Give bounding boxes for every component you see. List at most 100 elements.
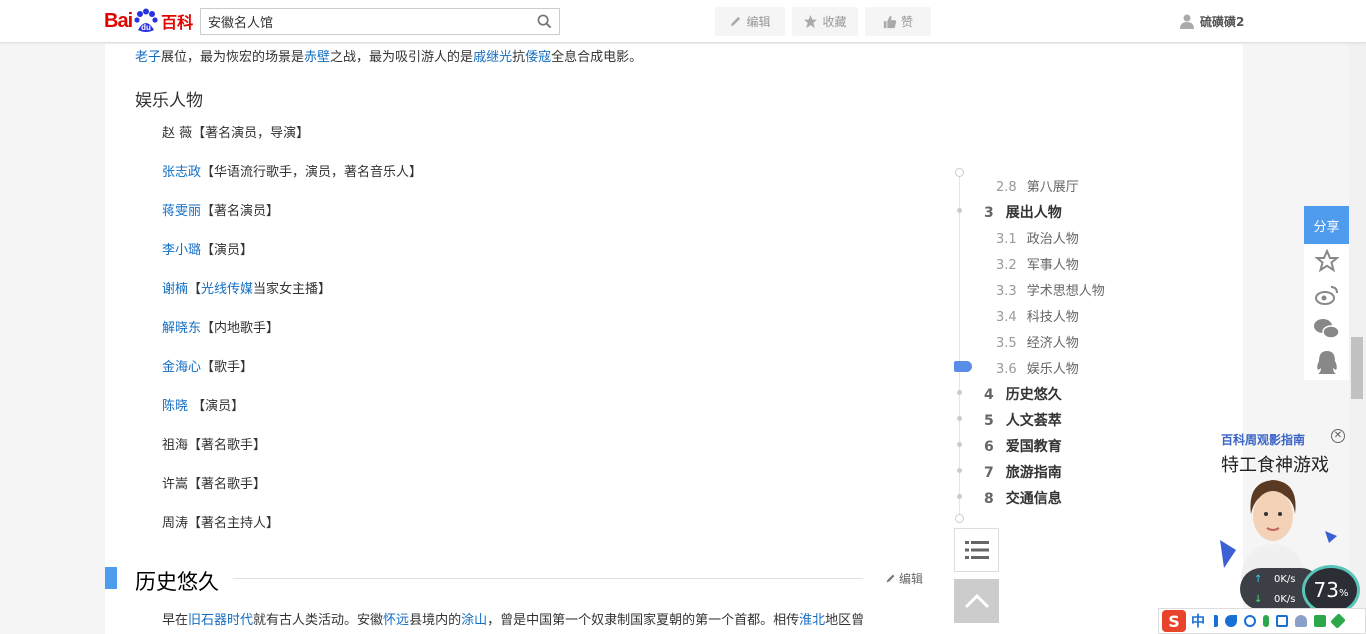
favorite-button[interactable]: 收藏 xyxy=(792,7,858,36)
ime-mode-toggle[interactable]: 中 xyxy=(1191,611,1205,631)
person-name: 祖海 xyxy=(162,438,189,453)
punctuation-icon[interactable] xyxy=(1212,615,1218,627)
text: 全息合成电影。 xyxy=(551,50,643,65)
shirt-icon[interactable] xyxy=(1314,615,1326,627)
pencil-icon xyxy=(731,16,741,27)
link-huaibei[interactable]: 淮北 xyxy=(799,613,825,628)
person-entry: 李小璐【演员】 xyxy=(162,239,253,258)
catalog-item-label: 人文荟萃 xyxy=(1005,413,1062,429)
like-button[interactable]: 赞 xyxy=(865,7,931,36)
share-button[interactable]: 分享 xyxy=(1304,206,1349,244)
user-menu[interactable]: 硫磺磺2 xyxy=(1180,13,1244,30)
baidu-baike-logo[interactable]: Bai du 百科 xyxy=(104,7,193,35)
qq-share-button[interactable] xyxy=(1304,346,1349,380)
catalog-item[interactable]: 3.4 科技人物 xyxy=(996,306,1079,325)
page-scrollbar[interactable] xyxy=(1349,43,1366,634)
catalog-item[interactable]: 2.8 第八展厅 xyxy=(996,176,1079,195)
section-edit-button[interactable]: 编辑 xyxy=(885,570,923,587)
person-name[interactable]: 张志政 xyxy=(162,165,201,180)
moon-icon[interactable] xyxy=(1225,615,1237,627)
weibo-share-button[interactable] xyxy=(1304,278,1349,312)
dot-icon[interactable] xyxy=(1244,615,1256,627)
catalog-dot xyxy=(957,390,962,395)
ad-tag[interactable]: 百科周观影指南 xyxy=(1221,431,1305,448)
microphone-icon[interactable] xyxy=(1263,615,1269,627)
wrench-icon[interactable] xyxy=(1330,613,1346,629)
ad-portrait-image[interactable] xyxy=(1233,474,1313,578)
catalog-dot xyxy=(957,442,962,447)
catalog-item[interactable]: 3.3 学术思想人物 xyxy=(996,280,1105,299)
logo-text-bai: Bai xyxy=(104,9,133,32)
search-icon[interactable] xyxy=(537,14,552,29)
person-description: 【 xyxy=(188,282,202,297)
catalog-item[interactable]: 3.5 经济人物 xyxy=(996,332,1079,351)
text: 早在 xyxy=(162,613,189,628)
qzone-star-icon xyxy=(1314,249,1339,273)
catalog-start-marker xyxy=(955,168,964,177)
section-heading: 历史悠久 xyxy=(135,570,219,594)
link-tushan[interactable]: 涂山 xyxy=(461,613,487,628)
section-accent-bar xyxy=(105,567,117,589)
catalog-item-number: 3.5 xyxy=(996,336,1017,351)
wechat-share-button[interactable] xyxy=(1304,312,1349,346)
catalog-item[interactable]: 5 人文荟萃 xyxy=(984,410,1062,430)
link-qijiguang[interactable]: 戚继光 xyxy=(473,50,512,65)
person-name[interactable]: 解晓东 xyxy=(162,321,201,336)
person-description: 【演员】 xyxy=(188,399,245,414)
link-huaiyuan[interactable]: 怀远 xyxy=(383,613,409,628)
catalog-item-label: 展出人物 xyxy=(1005,205,1062,221)
back-to-top-button[interactable] xyxy=(954,579,999,623)
person-description: 【华语流行歌手，演员，著名音乐人】 xyxy=(201,165,423,180)
link-wokou[interactable]: 倭寇 xyxy=(525,50,551,65)
person-entry: 张志政【华语流行歌手，演员，著名音乐人】 xyxy=(162,161,422,180)
catalog-item[interactable]: 3.6 娱乐人物 xyxy=(996,358,1079,377)
person-name: 许嵩 xyxy=(162,477,189,492)
upload-unit: K/s xyxy=(1280,574,1296,585)
catalog-item[interactable]: 4 历史悠久 xyxy=(984,384,1062,404)
person-description: 【内地歌手】 xyxy=(201,321,280,336)
catalog-item-label: 经济人物 xyxy=(1026,336,1079,351)
ad-banner[interactable]: 百科周观影指南 ✕ 特工食神游戏 xyxy=(1218,428,1348,578)
link-paleolithic[interactable]: 旧石器时代 xyxy=(188,613,253,628)
text: ，曾是中国第一个奴隶制国家夏朝的第一个首都。相传 xyxy=(487,613,800,628)
catalog-item[interactable]: 3.2 军事人物 xyxy=(996,254,1079,273)
intro-paragraph: 老子展位，最为恢宏的场景是赤壁之战，最为吸引游人的是戚继光抗倭寇全息合成电影。 xyxy=(135,46,642,65)
catalog-item[interactable]: 3.1 政治人物 xyxy=(996,228,1079,247)
person-name[interactable]: 金海心 xyxy=(162,360,201,375)
person-name[interactable]: 李小璐 xyxy=(162,243,201,258)
user-icon[interactable] xyxy=(1295,615,1307,627)
catalog-item-label: 学术思想人物 xyxy=(1026,284,1105,299)
person-entry: 祖海【著名歌手】 xyxy=(162,434,266,453)
link-chibi[interactable]: 赤壁 xyxy=(304,50,330,65)
catalog-item[interactable]: 8 交通信息 xyxy=(984,488,1062,508)
search-input[interactable] xyxy=(201,9,526,34)
catalog-item[interactable]: 6 爱国教育 xyxy=(984,436,1062,456)
share-bar: 分享 xyxy=(1304,206,1349,380)
description-link[interactable]: 光线传媒 xyxy=(201,282,253,297)
qzone-share-button[interactable] xyxy=(1304,244,1349,278)
catalog-item-label: 爱国教育 xyxy=(1005,439,1062,455)
upload-arrow-icon: ↑ xyxy=(1254,574,1263,585)
text: 地区曾 xyxy=(825,613,865,628)
link-laozi[interactable]: 老子 xyxy=(135,50,161,65)
scrollbar-thumb[interactable] xyxy=(1351,337,1363,399)
catalog-item[interactable]: 3 展出人物 xyxy=(984,202,1062,222)
person-description: 【著名演员】 xyxy=(201,204,280,219)
ad-decor-triangle xyxy=(1220,540,1236,568)
catalog-dot xyxy=(957,494,962,499)
person-description: 【著名演员，导演】 xyxy=(192,126,310,141)
person-name[interactable]: 谢楠 xyxy=(162,282,188,297)
catalog-toggle-button[interactable] xyxy=(954,528,999,572)
keyboard-icon[interactable] xyxy=(1276,615,1288,627)
sogou-ime-logo[interactable]: S xyxy=(1162,610,1186,632)
catalog-item[interactable]: 7 旅游指南 xyxy=(984,462,1062,482)
section-edit-label: 编辑 xyxy=(899,572,924,586)
person-description: 【著名歌手】 xyxy=(188,438,267,453)
text: 县境内的 xyxy=(409,613,462,628)
edit-button[interactable]: 编辑 xyxy=(715,7,785,36)
ad-close-button[interactable]: ✕ xyxy=(1331,429,1345,443)
person-description: 当家女主播】 xyxy=(253,282,332,297)
person-name[interactable]: 陈晓 xyxy=(162,399,188,414)
person-name[interactable]: 蒋雯丽 xyxy=(162,204,201,219)
svg-text:du: du xyxy=(141,23,151,32)
